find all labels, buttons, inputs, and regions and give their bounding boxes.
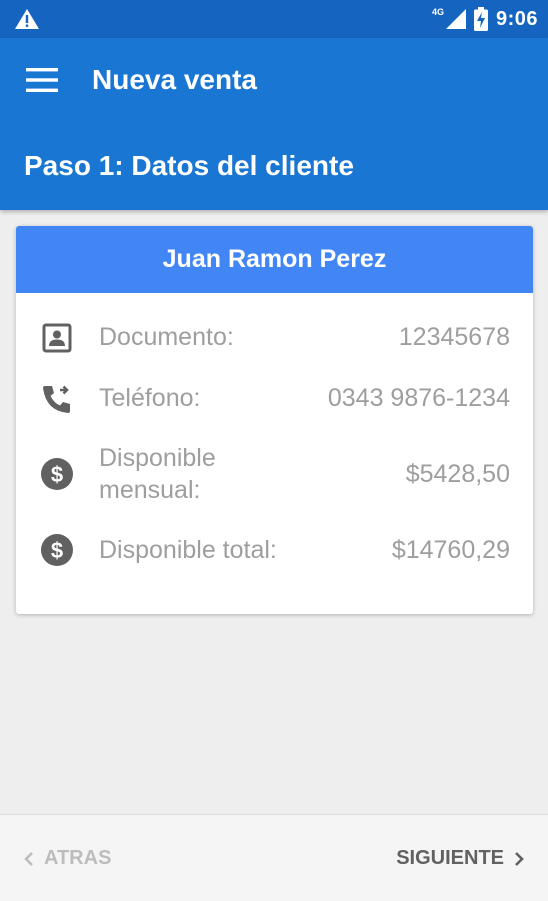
svg-text:$: $ [51, 462, 63, 487]
back-button[interactable]: ATRAS [24, 847, 111, 870]
customer-card: Juan Ramon Perez Documento: 12345678 Tel… [16, 226, 533, 614]
step-navigation-bar: ATRAS SIGUIENTE [0, 814, 548, 901]
signal-icon [445, 9, 466, 29]
phone-row: Teléfono: 0343 9876-1234 [16, 381, 533, 415]
app-bar: Nueva venta Paso 1: Datos del cliente [0, 38, 548, 210]
menu-icon[interactable] [26, 68, 58, 92]
customer-name: Juan Ramon Perez [16, 226, 533, 293]
total-available-row: $ Disponible total: $14760,29 [16, 533, 533, 567]
network-type-label: 4G [431, 7, 444, 17]
monthly-available-label-line1: Disponible [99, 444, 216, 472]
monthly-available-label: Disponible mensual: [99, 442, 216, 506]
document-label: Documento: [99, 323, 234, 351]
status-bar: 4G 9:06 [0, 0, 548, 38]
phone-value: 0343 9876-1234 [327, 384, 510, 412]
phone-forward-icon [43, 385, 70, 413]
clock: 9:06 [495, 7, 538, 30]
document-value: 12345678 [398, 323, 510, 351]
dollar-circle-icon: $ [41, 534, 73, 566]
monthly-available-row: $ Disponible mensual: $5428,50 [16, 442, 533, 506]
dollar-circle-icon: $ [41, 458, 73, 490]
page-title: Nueva venta [92, 64, 257, 95]
contact-card-icon [42, 323, 72, 353]
back-button-label: ATRAS [44, 847, 112, 869]
step-title: Paso 1: Datos del cliente [24, 150, 354, 181]
phone-label: Teléfono: [99, 384, 201, 412]
monthly-available-label-line2: mensual: [99, 476, 201, 504]
next-button-label: SIGUIENTE [396, 847, 504, 869]
svg-text:$: $ [51, 538, 63, 563]
monthly-available-value: $5428,50 [405, 460, 510, 488]
total-available-value: $14760,29 [391, 536, 510, 564]
battery-charging-icon [473, 7, 488, 31]
chevron-right-icon [515, 851, 524, 866]
next-button[interactable]: SIGUIENTE [396, 847, 524, 870]
chevron-left-icon [24, 851, 33, 866]
total-available-label: Disponible total: [99, 536, 277, 564]
document-row: Documento: 12345678 [16, 320, 533, 354]
warning-icon [15, 9, 39, 29]
